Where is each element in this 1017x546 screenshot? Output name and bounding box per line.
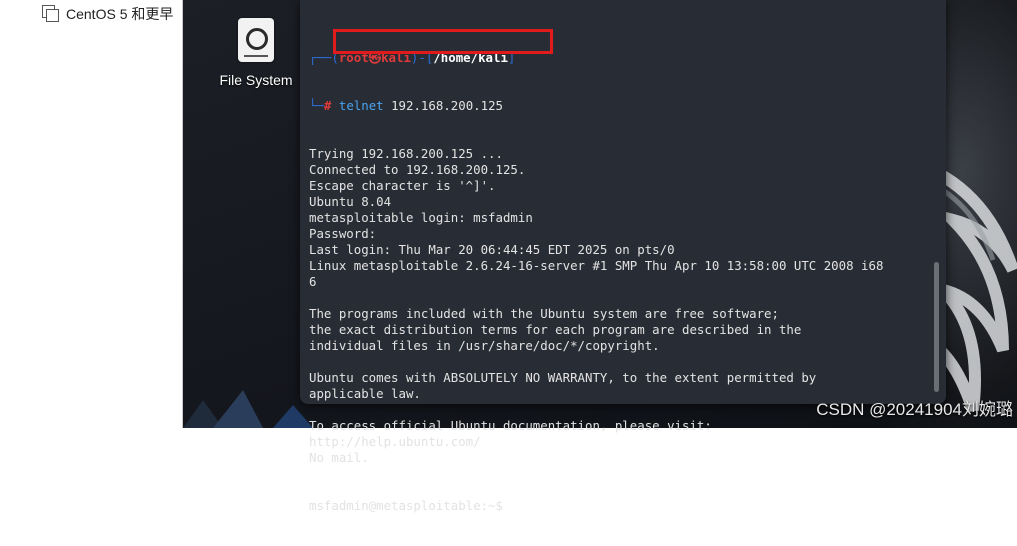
vm-list-item[interactable]: CentOS 5 和更早 (42, 4, 173, 24)
terminal-output-line: the exact distribution terms for each pr… (309, 322, 802, 337)
vm-list-panel: CentOS 5 和更早 (0, 0, 183, 428)
terminal-output-line: Escape character is '^]'. (309, 178, 496, 193)
terminal-output-line: Last login: Thu Mar 20 06:44:45 EDT 2025… (309, 242, 675, 257)
final-prompt-line[interactable]: msfadmin@metasploitable:~$ (309, 498, 922, 514)
terminal-output: ┌──(root㉿kali)-[/home/kali] └─# telnet 1… (309, 18, 922, 546)
vm-item-label: CentOS 5 和更早 (66, 6, 174, 22)
prompt-command-line: └─# telnet 192.168.200.125 (309, 98, 503, 113)
copy-icon (42, 5, 60, 23)
terminal-output-line: No mail. (309, 450, 369, 465)
terminal-output-line: Ubuntu 8.04 (309, 194, 392, 209)
watermark: CSDN @20241904刘婉璐 (816, 400, 1013, 419)
terminal-output-line: The programs included with the Ubuntu sy… (309, 306, 779, 321)
terminal-output-line: http://help.ubuntu.com/ (309, 434, 481, 449)
text-cursor (510, 498, 519, 512)
terminal-output-line: 6 (309, 274, 317, 289)
terminal-scrollbar[interactable] (934, 262, 939, 392)
terminal-output-line: Linux metasploitable 2.6.24-16-server #1… (309, 258, 884, 273)
file-system-desktop-icon[interactable]: File System (213, 18, 299, 88)
terminal-output-line: individual files in /usr/share/doc/*/cop… (309, 338, 660, 353)
terminal-output-line: Ubuntu comes with ABSOLUTELY NO WARRANTY… (309, 370, 817, 385)
terminal-output-line: Trying 192.168.200.125 ... (309, 146, 503, 161)
terminal-output-line: Connected to 192.168.200.125. (309, 162, 526, 177)
terminal-output-line: Password: (309, 226, 377, 241)
terminal-window[interactable]: ┌──(root㉿kali)-[/home/kali] └─# telnet 1… (300, 0, 946, 513)
terminal-output-line: metasploitable login: msfadmin (309, 210, 533, 225)
desktop-icon-label: File System (219, 72, 293, 88)
command-name: telnet (338, 98, 384, 113)
command-argument: 192.168.200.125 (391, 98, 503, 113)
terminal-output-line: To access official Ubuntu documentation,… (309, 418, 712, 433)
drive-icon (238, 18, 274, 62)
command-highlight-box (333, 29, 553, 54)
final-prompt: msfadmin@metasploitable:~$ (309, 498, 511, 513)
